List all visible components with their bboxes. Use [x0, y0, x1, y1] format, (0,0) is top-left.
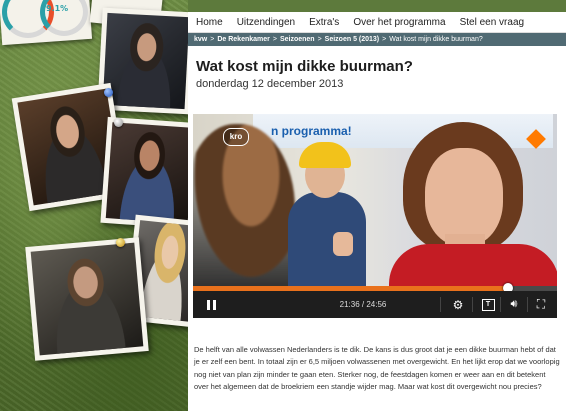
- divider: [440, 297, 441, 312]
- pushpin-icon: [104, 88, 113, 97]
- nav-item-uitzendingen[interactable]: Uitzendingen: [237, 17, 295, 28]
- page-title: Wat kost mijn dikke buurman?: [196, 58, 413, 75]
- decorative-collage: 9.1%: [0, 0, 188, 411]
- gauge-label: 9.1%: [46, 4, 69, 13]
- duration: 24:56: [366, 300, 387, 309]
- divider: [472, 297, 473, 312]
- breadcrumb-separator: >: [317, 36, 322, 43]
- breadcrumb-link[interactable]: De Rekenkamer: [217, 36, 270, 43]
- nav-item-over-het-programma[interactable]: Over het programma: [353, 17, 445, 28]
- breadcrumb-current: Wat kost mijn dikke buurman?: [389, 36, 483, 43]
- player-controls: 21:36 / 24:56 ⚙ T 🔊︎ ⛶: [193, 291, 557, 318]
- presenter-photo: [100, 116, 188, 230]
- pause-icon[interactable]: [201, 291, 221, 318]
- nav-item-extras[interactable]: Extra's: [309, 17, 339, 28]
- video-presenter-jacket: [389, 244, 557, 286]
- publish-date: donderdag 12 december 2013: [196, 78, 344, 90]
- content-panel: Home Uitzendingen Extra's Over het progr…: [188, 12, 566, 411]
- time-display: 21:36 / 24:56: [313, 291, 413, 318]
- gear-icon[interactable]: ⚙: [448, 291, 468, 318]
- video-player[interactable]: n programma! kro 21:36 / 24:56 ⚙ T 🔊︎ ⛶: [193, 114, 557, 318]
- video-poster-figure: [288, 192, 366, 286]
- breadcrumb-separator: >: [210, 36, 215, 43]
- video-presenter-face: [425, 148, 503, 246]
- captions-label: T: [481, 298, 495, 311]
- breadcrumb-separator: >: [272, 36, 277, 43]
- captions-icon[interactable]: T: [478, 291, 498, 318]
- divider: [500, 297, 501, 312]
- breadcrumb: kvw > De Rekenkamer > Seizoenen > Seizoe…: [188, 33, 566, 46]
- video-person: [193, 124, 295, 286]
- banner-text: n programma!: [271, 124, 352, 138]
- kro-logo: kro: [223, 128, 249, 146]
- main-navigation: Home Uitzendingen Extra's Over het progr…: [188, 12, 566, 33]
- current-time: 21:36: [339, 300, 360, 309]
- breadcrumb-separator: >: [382, 36, 387, 43]
- thumbs-up-graphic: [333, 232, 353, 256]
- fullscreen-icon[interactable]: ⛶: [531, 291, 551, 318]
- nav-item-stel-een-vraag[interactable]: Stel een vraag: [460, 17, 525, 28]
- article-body: De helft van alle volwassen Nederlanders…: [194, 344, 560, 392]
- pushpin-icon: [114, 118, 123, 127]
- breadcrumb-link[interactable]: Seizoen 5 (2013): [325, 36, 379, 43]
- volume-icon[interactable]: 🔊︎: [504, 291, 524, 318]
- video-frame[interactable]: n programma! kro: [193, 114, 557, 286]
- pushpin-icon: [116, 238, 125, 247]
- time-separator: /: [359, 300, 367, 309]
- divider: [527, 297, 528, 312]
- nav-item-home[interactable]: Home: [196, 17, 223, 28]
- breadcrumb-link[interactable]: kvw: [194, 36, 207, 43]
- breadcrumb-link[interactable]: Seizoenen: [280, 36, 315, 43]
- presenter-photo: [25, 237, 149, 361]
